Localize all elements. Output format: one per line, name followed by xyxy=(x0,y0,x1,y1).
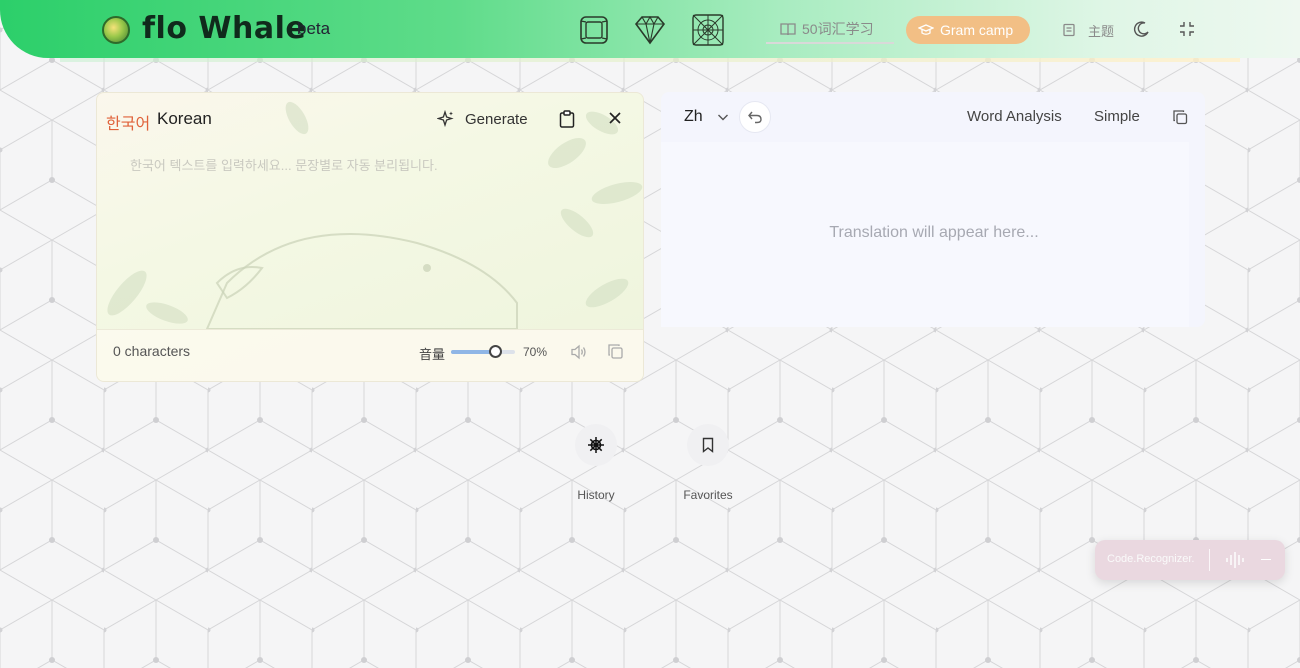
theme-button[interactable]: 主题 xyxy=(1050,16,1126,44)
volume-label: 音量 xyxy=(419,347,446,362)
generate-label: Generate xyxy=(465,110,528,128)
favorites-label: Favorites xyxy=(683,488,733,502)
frame-icon[interactable] xyxy=(576,12,612,48)
undo-button[interactable] xyxy=(739,101,771,133)
palette-icon xyxy=(1063,23,1075,37)
floater-divider xyxy=(1209,549,1210,571)
translation-panel: Zh Word Analysis Simple Translation will… xyxy=(661,92,1205,327)
history-label: History xyxy=(577,488,615,502)
copy-icon[interactable] xyxy=(607,343,624,360)
book-icon xyxy=(780,23,796,36)
source-text-input[interactable]: 한국어 텍스트를 입력하세요... 문장별로 자동 분리됩니다. xyxy=(130,155,438,174)
app-logo-text: flo Whale xyxy=(142,11,307,46)
gram-camp-label: Gram camp xyxy=(940,22,1014,38)
graduation-cap-icon xyxy=(918,24,934,35)
undo-icon xyxy=(748,111,762,124)
character-count: 0 characters xyxy=(113,343,191,359)
minimize-icon[interactable] xyxy=(1261,559,1271,560)
translation-placeholder: Translation will appear here... xyxy=(829,224,1039,241)
helm-icon xyxy=(588,437,604,453)
volume-slider-knob[interactable] xyxy=(489,345,503,358)
whale-logo-icon xyxy=(102,16,130,44)
source-footer: 0 characters 音量 70% xyxy=(97,329,643,381)
spiderweb-icon[interactable] xyxy=(690,12,726,48)
source-language-english[interactable]: Korean xyxy=(157,109,212,129)
simple-mode-button[interactable]: Simple xyxy=(1094,108,1140,125)
source-language-native[interactable]: 한국어 xyxy=(106,110,150,134)
history-button[interactable] xyxy=(575,424,617,466)
waveform-icon[interactable] xyxy=(1219,549,1259,571)
moon-icon[interactable] xyxy=(1133,20,1151,38)
diamond-icon[interactable] xyxy=(632,12,668,48)
collapse-icon[interactable] xyxy=(1178,20,1196,38)
vocab-learning-label: 50词汇学习 xyxy=(802,21,874,37)
sparkle-icon xyxy=(437,110,454,128)
header-accent-line xyxy=(60,58,1240,62)
volume-percent: 70% xyxy=(523,345,548,359)
chevron-down-icon[interactable] xyxy=(717,112,729,122)
beta-badge: beta xyxy=(297,19,331,38)
source-panel: 한국어 Korean Generate 한국어 텍스트를 입력하세요... 문장… xyxy=(96,92,644,382)
gram-camp-button[interactable]: Gram camp xyxy=(906,16,1030,44)
favorites-button[interactable] xyxy=(687,424,729,466)
speaker-icon[interactable] xyxy=(570,344,588,360)
copy-icon[interactable] xyxy=(1172,109,1188,125)
target-language-code[interactable]: Zh xyxy=(684,108,703,126)
floating-recognizer-widget[interactable]: Code.Recognizer. xyxy=(1095,540,1285,580)
theme-label: 主题 xyxy=(1088,23,1115,39)
vocab-learning-button[interactable]: 50词汇学习 xyxy=(766,16,894,44)
generate-button[interactable]: Generate xyxy=(437,107,528,131)
close-icon[interactable] xyxy=(607,110,623,126)
clipboard-icon[interactable] xyxy=(559,110,575,128)
app-header: flo Whale beta 50词汇学习 Gram camp 主题 xyxy=(0,0,1300,58)
bookmark-icon xyxy=(702,437,714,453)
word-analysis-button[interactable]: Word Analysis xyxy=(967,108,1062,125)
volume-slider[interactable] xyxy=(451,345,515,358)
floater-label: Code.Recognizer. xyxy=(1107,553,1195,565)
